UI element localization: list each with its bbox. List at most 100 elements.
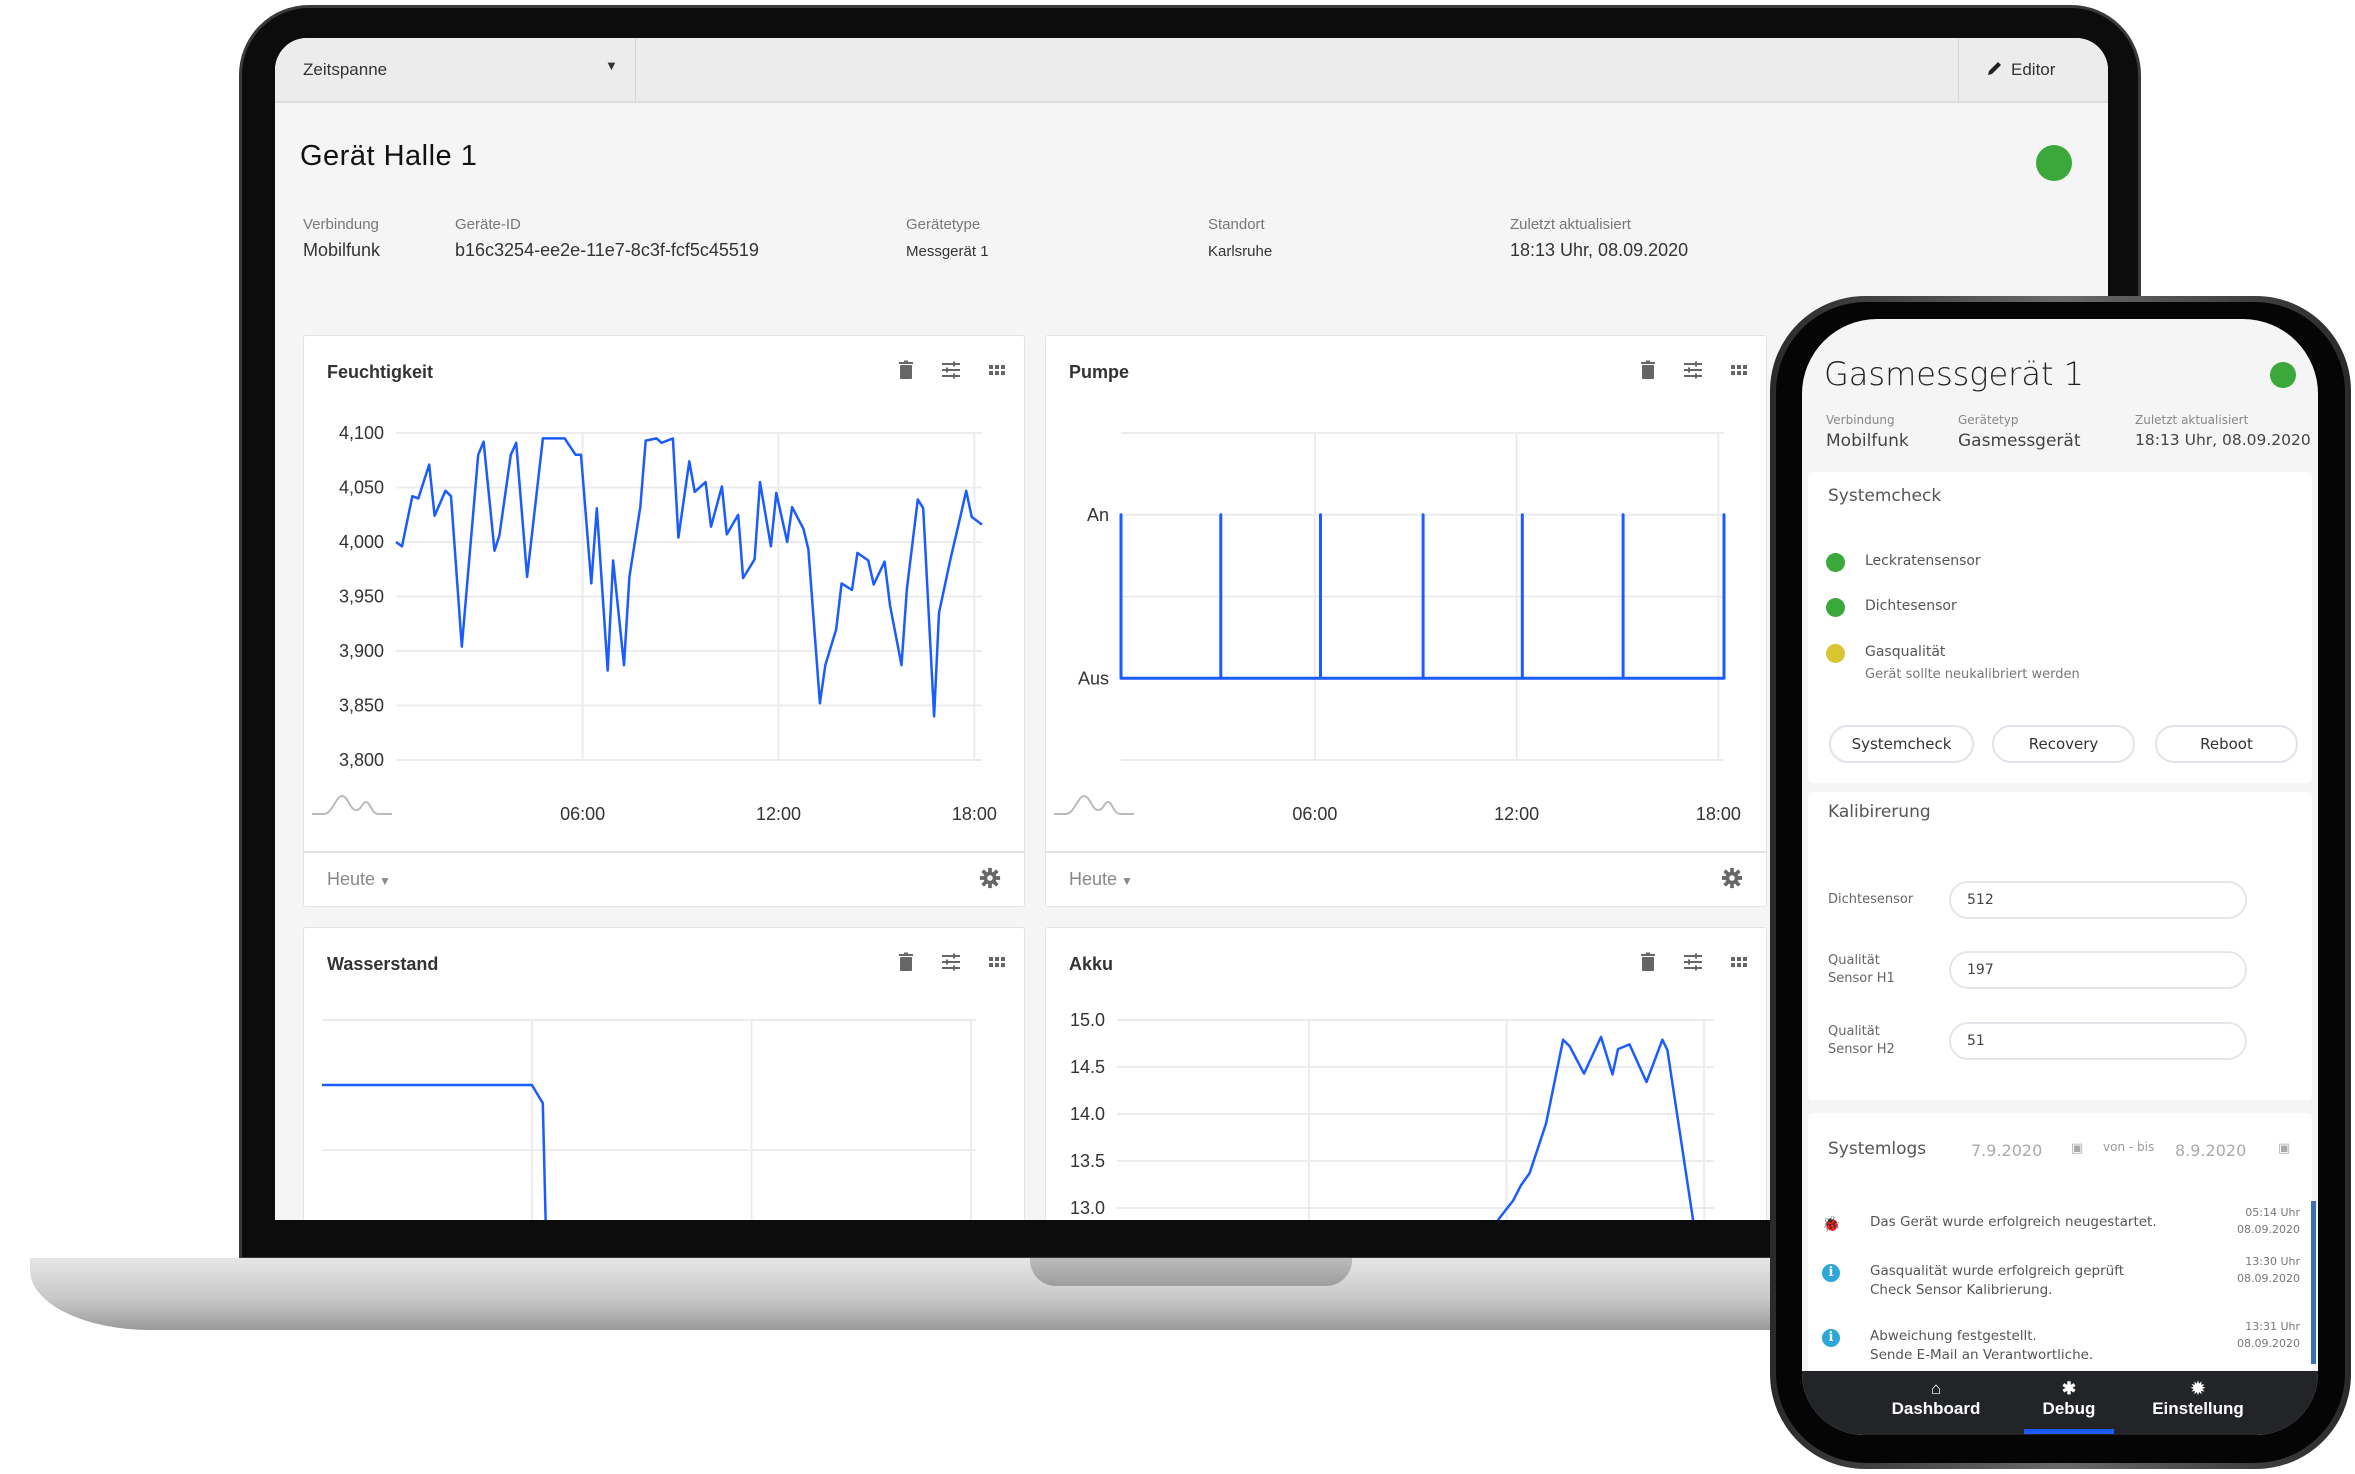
info-value: 18:13 Uhr, 08.09.2020 (1510, 240, 1689, 260)
y-tick-label: 3,950 (339, 587, 384, 607)
card-footer: Heute ▼ (1046, 851, 1766, 908)
y-tick-label: 13.5 (1070, 1151, 1105, 1171)
pencil-icon (1988, 62, 2001, 75)
field-label: Qualität Sensor H1 (1828, 953, 1895, 986)
series-line (395, 437, 983, 718)
calibration-input[interactable] (1949, 881, 2247, 919)
chart-card-wasserstand: Wasserstand (303, 927, 1025, 1220)
nav-dashboard[interactable]: ⌂ Dashboard (1876, 1379, 1996, 1419)
laptop-base (30, 1258, 2030, 1330)
field-label: Dichtesensor (1828, 892, 1914, 907)
systemcheck-button[interactable]: Systemcheck (1829, 725, 1974, 763)
nav-label: Einstellung (2152, 1399, 2244, 1418)
status-dot (1826, 644, 1845, 663)
calibration-input[interactable] (1949, 1022, 2247, 1060)
bug-icon: 🐞 (1822, 1215, 1841, 1233)
nav-debug[interactable]: ✱ Debug (2009, 1379, 2129, 1434)
nav-einstellung[interactable]: ✹ Einstellung (2138, 1379, 2258, 1419)
y-tick-label: 14.5 (1070, 1057, 1105, 1077)
log-date: 08.09.2020 (2237, 1337, 2300, 1350)
systemlogs-card: Systemlogs 7.9.2020 ▣ von - bis 8.9.2020… (1808, 1113, 2316, 1383)
info-value: Mobilfunk (1826, 431, 1909, 451)
status-dot (1826, 553, 1845, 572)
editor-button[interactable]: Editor (1958, 38, 2108, 101)
recovery-button[interactable]: Recovery (1992, 725, 2135, 763)
series-line (322, 1083, 547, 1220)
chart-card-feuchtigkeit: Feuchtigkeit 06:00 12:00 18:00 3,800 3,850 3,9… (303, 335, 1025, 907)
info-label: Standort (1208, 216, 1265, 233)
log-time: 13:31 Uhr (2245, 1320, 2300, 1333)
info-value: b16c3254-ee2e-11e7-8c3f-fcf5c45519 (455, 240, 759, 260)
caret-down-icon: ▼ (605, 58, 618, 73)
y-tick-label: Aus (1078, 668, 1109, 688)
log-date: 08.09.2020 (2237, 1223, 2300, 1236)
range-label: Heute (1069, 869, 1118, 889)
x-tick-label: 06:00 (560, 804, 605, 824)
info-icon: i (1822, 1329, 1840, 1347)
nav-label: Dashboard (1891, 1399, 1981, 1418)
y-tick-label: 3,800 (339, 750, 384, 770)
editor-label: Editor (2011, 60, 2056, 79)
info-label: Zuletzt aktualisiert (2135, 413, 2249, 427)
y-tick-label: An (1087, 505, 1109, 525)
y-tick-label: 13.0 (1070, 1198, 1105, 1218)
gear-icon[interactable] (979, 867, 1001, 894)
info-value: Messgerät 1 (906, 243, 989, 260)
page-title: Gerät Halle 1 (300, 140, 478, 172)
log-time: 05:14 Uhr (2245, 1206, 2300, 1219)
y-tick-label: 4,000 (339, 532, 384, 552)
calendar-icon[interactable]: ▣ (2071, 1141, 2083, 1156)
systemlogs-title: Systemlogs (1828, 1139, 1927, 1159)
sparkline-icon (312, 794, 392, 815)
x-tick-label: 12:00 (756, 804, 801, 824)
timespan-label: Zeitspanne (303, 60, 388, 79)
y-tick-label: 14.0 (1070, 1104, 1105, 1124)
phone-device-title: Gasmessgerät 1 (1824, 355, 2085, 393)
timespan-dropdown[interactable]: Zeitspanne ▼ (275, 38, 636, 101)
chart-card-akku: Akku 13.0 13.5 14.0 14.5 15.0 (1045, 927, 1767, 1220)
info-value: Gasmessgerät (1958, 431, 2081, 451)
info-label: Geräte-ID (455, 216, 521, 233)
gear-icon: ✹ (2190, 1379, 2206, 1398)
reboot-button[interactable]: Reboot (2155, 725, 2298, 763)
log-date: 08.09.2020 (2237, 1272, 2300, 1285)
series-line (1496, 1035, 1695, 1220)
range-dropdown[interactable]: Heute ▼ (1069, 869, 1133, 890)
log-message: Abweichung festgestellt. (1870, 1328, 2037, 1344)
active-tab-indicator (2024, 1429, 2114, 1434)
logs-from-date[interactable]: 7.9.2020 (1971, 1141, 2042, 1160)
info-label: Verbindung (303, 216, 379, 233)
range-dropdown[interactable]: Heute ▼ (327, 869, 391, 890)
status-dot (1826, 598, 1845, 617)
log-time: 13:30 Uhr (2245, 1255, 2300, 1268)
gear-icon[interactable] (1721, 867, 1743, 894)
sensor-label: Gasqualität (1865, 644, 1946, 660)
caret-down-icon: ▼ (1121, 874, 1133, 888)
info-value: Mobilfunk (303, 240, 381, 260)
range-label: Heute (327, 869, 376, 889)
calendar-icon[interactable]: ▣ (2278, 1141, 2290, 1156)
status-indicator (2270, 362, 2296, 388)
chart (321, 1019, 976, 1220)
info-value: Karlsruhe (1208, 243, 1273, 260)
info-icon: i (1822, 1264, 1840, 1282)
y-tick-label: 3,850 (339, 696, 384, 716)
systemcheck-card: Systemcheck Leckratensensor Dichtesensor G… (1808, 472, 2312, 783)
status-indicator (2036, 145, 2072, 181)
x-tick-label: 18:00 (952, 804, 997, 824)
logs-to-date[interactable]: 8.9.2020 (2175, 1141, 2246, 1160)
card-footer: Heute ▼ (304, 851, 1024, 908)
x-tick-label: 06:00 (1292, 804, 1337, 824)
log-message: Gasqualität wurde erfolgreich geprüft (1870, 1263, 2125, 1279)
y-tick-label: 3,900 (339, 641, 384, 661)
logs-scrollbar[interactable] (2311, 1201, 2316, 1364)
calibration-title: Kalibirerung (1828, 802, 1931, 822)
log-message: Das Gerät wurde erfolgreich neugestartet… (1870, 1214, 2157, 1230)
chart: 06:00 12:00 18:00 3,800 3,850 3,900 3,950 4,000… (312, 423, 997, 824)
field-label: Qualität Sensor H2 (1828, 1024, 1895, 1057)
sparkline-icon (1054, 794, 1134, 815)
calibration-input[interactable] (1949, 951, 2247, 989)
bottom-nav: ⌂ Dashboard ✱ Debug ✹ Einstellung (1802, 1371, 2318, 1435)
sensor-label: Leckratensensor (1865, 553, 1981, 569)
y-tick-label: 4,100 (339, 423, 384, 443)
